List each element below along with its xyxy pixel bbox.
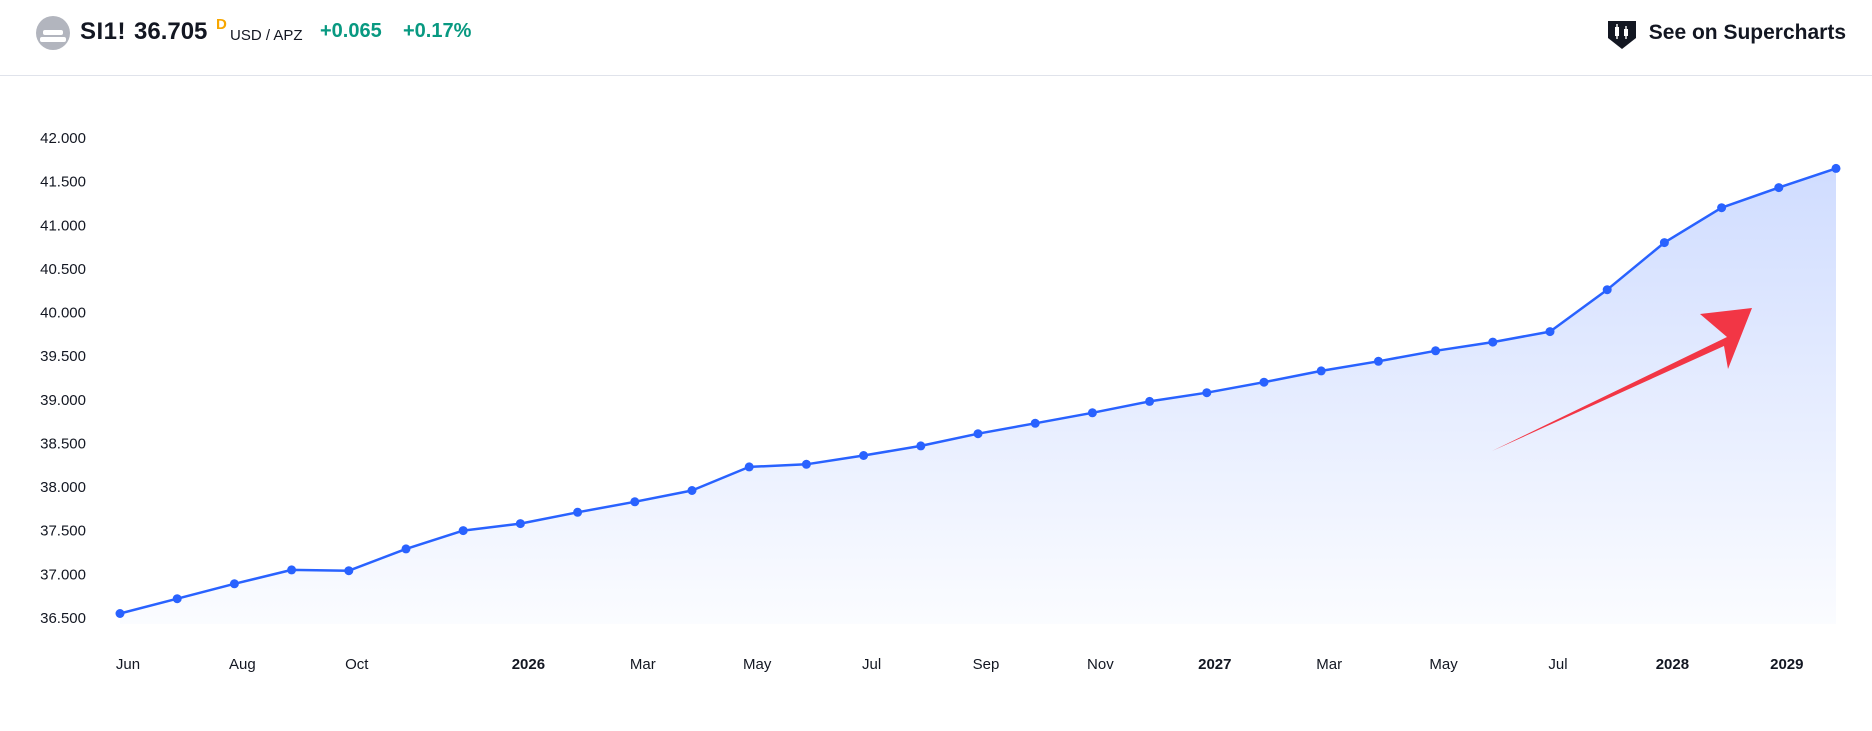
x-tick-label: Jul <box>1548 656 1567 673</box>
x-tick-label: May <box>1429 656 1458 673</box>
data-point[interactable] <box>115 609 125 618</box>
data-point[interactable] <box>1774 183 1784 193</box>
data-point[interactable] <box>1545 327 1555 337</box>
x-tick-label: Sep <box>973 656 1000 673</box>
data-point[interactable] <box>1202 388 1212 398</box>
x-tick-label: Mar <box>1316 656 1342 673</box>
data-point[interactable] <box>687 486 697 495</box>
x-tick-label: Oct <box>345 656 369 673</box>
y-tick-label: 36.500 <box>40 610 86 627</box>
data-point[interactable] <box>1659 238 1669 248</box>
currency-label: USD / APZ <box>230 27 303 44</box>
y-tick-label: 41.000 <box>40 217 86 234</box>
silver-bars-icon <box>36 16 70 50</box>
x-tick-label: Mar <box>630 656 656 673</box>
x-tick-label: 2026 <box>512 656 545 673</box>
data-point[interactable] <box>1145 396 1155 406</box>
data-point[interactable] <box>1431 346 1441 356</box>
x-tick-label: May <box>743 656 772 673</box>
data-point[interactable] <box>1717 203 1727 213</box>
data-point[interactable] <box>458 526 468 536</box>
data-point[interactable] <box>401 544 411 554</box>
y-tick-label: 41.500 <box>40 174 86 191</box>
y-tick-label: 40.500 <box>40 261 86 278</box>
x-tick-label: Aug <box>229 656 256 673</box>
x-tick-label: 2028 <box>1656 656 1689 673</box>
data-point[interactable] <box>287 565 297 575</box>
price-change: +0.065 <box>320 20 382 42</box>
chart-svg: 42.000 41.500 41.000 40.500 40.000 39.500 39.0… <box>40 130 1841 673</box>
data-point[interactable] <box>916 441 926 451</box>
forward-curve-chart: 42.000 41.500 41.000 40.500 40.000 39.500 39.0… <box>0 76 1872 726</box>
data-point[interactable] <box>1087 408 1097 418</box>
ticker-symbol[interactable]: SI1! <box>80 18 126 46</box>
y-tick-label: 38.000 <box>40 479 86 496</box>
data-point[interactable] <box>1831 163 1841 173</box>
data-point[interactable] <box>1602 285 1612 295</box>
data-point[interactable] <box>859 451 869 460</box>
x-tick-label: 2029 <box>1770 656 1803 673</box>
data-point[interactable] <box>630 497 640 507</box>
y-tick-label: 39.500 <box>40 348 86 365</box>
data-point[interactable] <box>1488 337 1498 347</box>
data-point[interactable] <box>1316 366 1326 376</box>
y-tick-label: 38.500 <box>40 435 86 452</box>
x-tick-label: Jun <box>116 656 140 673</box>
symbol-header: SI1! 36.705 D USD / APZ +0.065 +0.17% Se… <box>0 0 1872 76</box>
last-price: 36.705 <box>134 18 208 45</box>
data-point[interactable] <box>573 507 583 517</box>
data-point[interactable] <box>973 429 983 439</box>
y-tick-label: 40.000 <box>40 305 86 322</box>
y-tick-label: 37.500 <box>40 523 86 540</box>
see-on-supercharts-link[interactable]: See on Supercharts <box>1605 16 1846 50</box>
x-axis: Jun Aug Oct 2026 Mar May Jul Sep Nov 2027 Mar May Ju… <box>116 656 1804 673</box>
tradingview-logo-icon <box>1607 21 1636 49</box>
data-point[interactable] <box>1259 377 1269 387</box>
x-tick-label: Nov <box>1087 656 1114 673</box>
data-point[interactable] <box>172 594 182 604</box>
price-flag: D <box>216 16 227 33</box>
x-tick-label: Jul <box>862 656 881 673</box>
y-tick-label: 39.000 <box>40 392 86 409</box>
y-axis: 42.000 41.500 41.000 40.500 40.000 39.500 39.0… <box>40 130 86 627</box>
price-change-percent: +0.17% <box>403 20 472 42</box>
x-tick-label: 2027 <box>1198 656 1231 673</box>
series-area-fill <box>120 168 1836 624</box>
data-point[interactable] <box>744 462 754 472</box>
data-point[interactable] <box>229 579 239 589</box>
data-point[interactable] <box>1373 356 1383 366</box>
data-point[interactable] <box>344 566 354 576</box>
data-point[interactable] <box>515 519 525 529</box>
data-point[interactable] <box>801 459 811 469</box>
supercharts-label: See on Supercharts <box>1648 21 1846 44</box>
y-tick-label: 37.000 <box>40 566 86 583</box>
data-point[interactable] <box>1030 418 1040 428</box>
y-tick-label: 42.000 <box>40 130 86 147</box>
